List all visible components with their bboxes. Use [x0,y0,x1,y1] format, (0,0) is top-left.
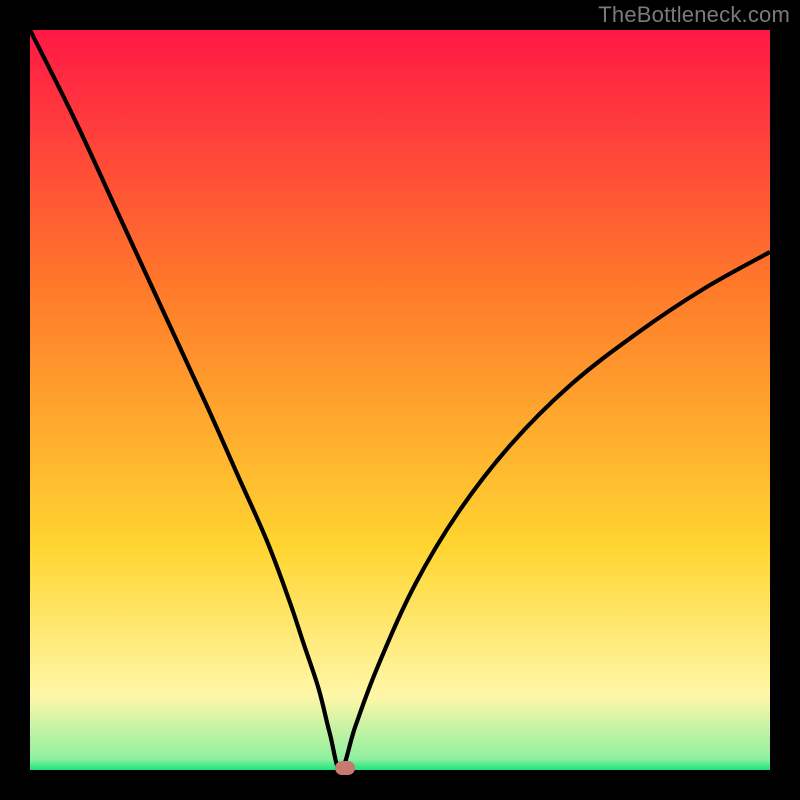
chart-container: TheBottleneck.com [0,0,800,800]
gradient-background [30,30,770,770]
watermark-text: TheBottleneck.com [598,2,790,28]
bottleneck-plot [30,30,770,770]
optimal-point-marker [335,761,355,775]
